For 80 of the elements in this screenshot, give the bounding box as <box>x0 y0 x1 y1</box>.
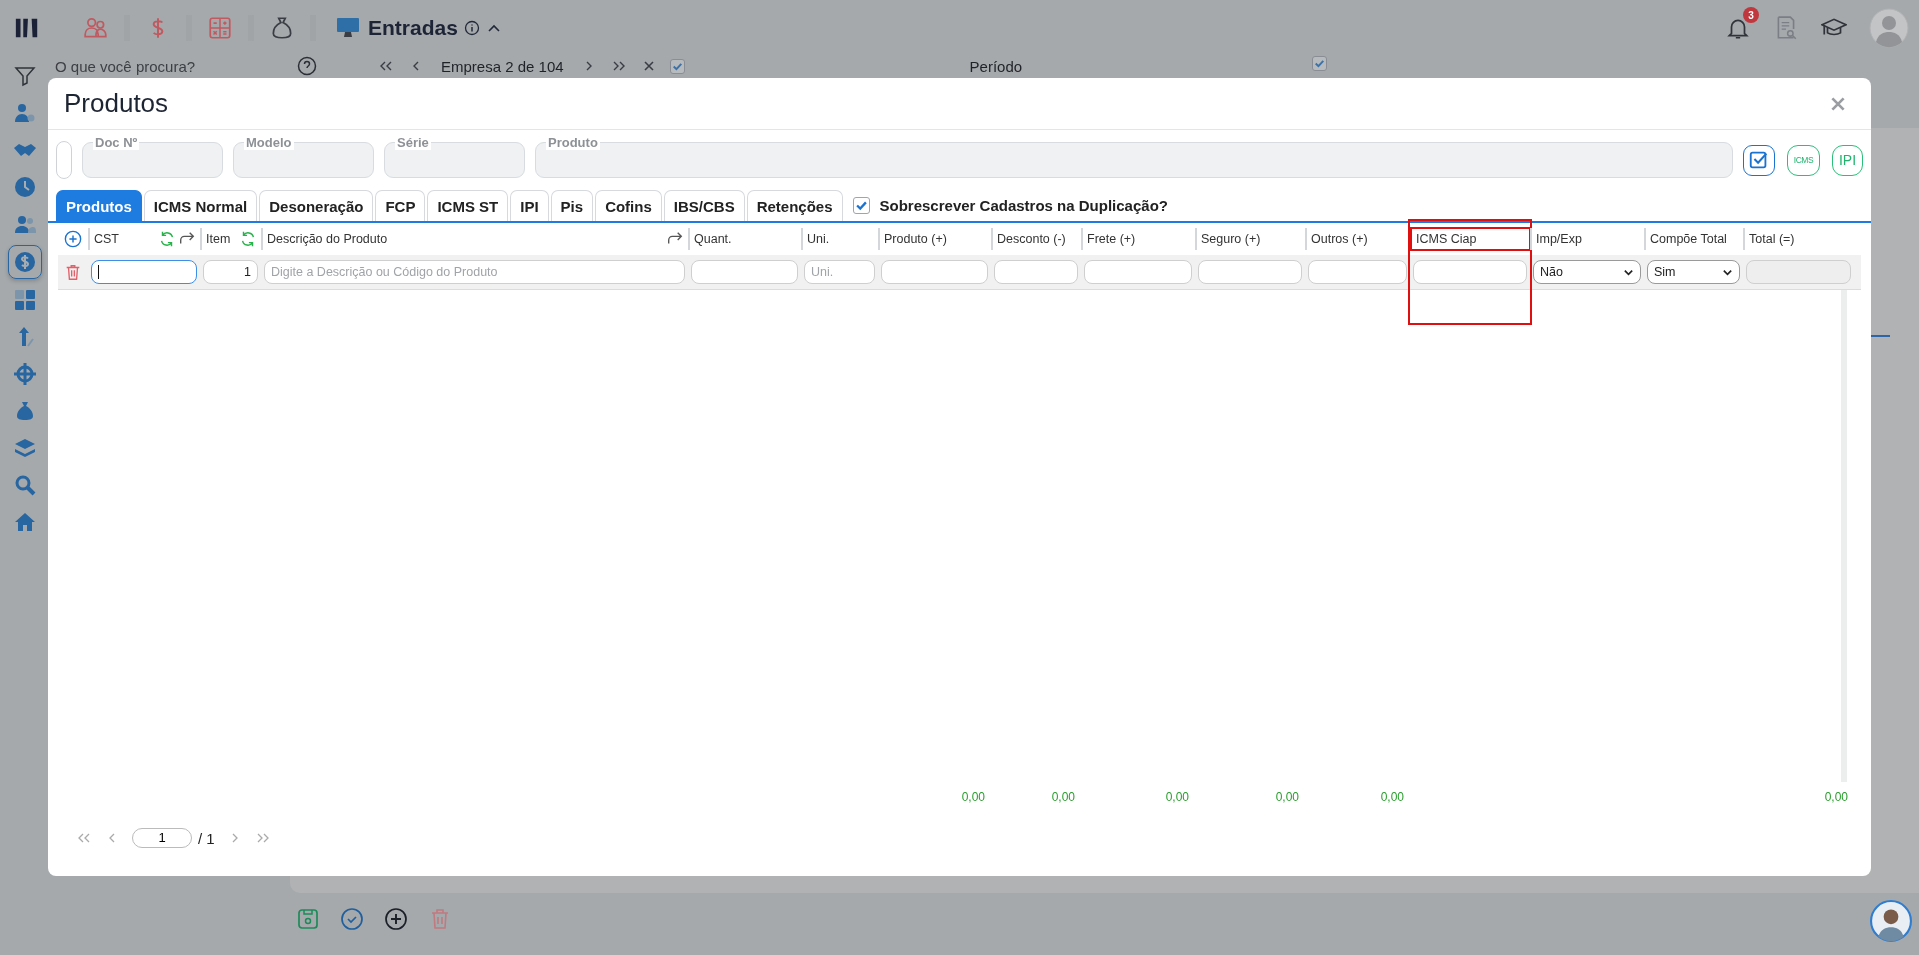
clock-icon <box>13 175 37 199</box>
column-total: 0,00 <box>1275 790 1299 804</box>
dollar-icon <box>13 250 37 274</box>
checkbox[interactable] <box>669 58 685 74</box>
tab[interactable]: IBS/CBS <box>663 190 745 221</box>
column-total: 0,00 <box>1051 790 1075 804</box>
tab[interactable]: Desoneração <box>259 190 374 221</box>
scrollbar[interactable] <box>1841 290 1847 782</box>
sidebar-item[interactable] <box>8 245 42 279</box>
input-field[interactable] <box>994 260 1078 284</box>
page-count: / 1 <box>198 829 215 847</box>
sidebar-item[interactable] <box>13 436 37 460</box>
input-field[interactable] <box>1198 260 1302 284</box>
checkbox-icon <box>1748 149 1770 171</box>
column-header: Quant. <box>694 232 732 246</box>
column-total: 0,00 <box>1824 790 1848 804</box>
input-field[interactable] <box>1308 260 1407 284</box>
column-header: Outros (+) <box>1311 232 1368 246</box>
input-field[interactable] <box>1084 260 1192 284</box>
notification-badge: 3 <box>1743 7 1759 23</box>
checkbox[interactable] <box>1312 55 1328 71</box>
input-field[interactable] <box>1413 260 1527 284</box>
tab[interactable]: Cofins <box>595 190 662 221</box>
modal-title: Produtos <box>64 88 170 119</box>
sidebar-item[interactable] <box>13 473 37 497</box>
tab[interactable]: ICMS ST <box>427 190 509 221</box>
column-header: Compõe Total <box>1650 232 1727 246</box>
column-header: CST <box>94 232 119 246</box>
plus-circle-icon[interactable] <box>384 907 408 931</box>
save-icon[interactable] <box>296 907 320 931</box>
checkbox-label: Sobrescrever Cadastros na Duplicação? <box>879 196 1168 214</box>
column-header: Total (=) <box>1749 232 1795 246</box>
sidebar-item[interactable] <box>13 101 37 125</box>
home-icon <box>13 510 37 534</box>
info-icon[interactable] <box>463 20 480 36</box>
column-header: ICMS Ciap <box>1416 232 1477 246</box>
column-total: 0,00 <box>1165 790 1189 804</box>
tab[interactable]: Retenções <box>746 190 843 221</box>
input-field[interactable] <box>691 260 798 284</box>
tab[interactable]: IPI <box>510 190 549 221</box>
trash-icon[interactable] <box>64 263 82 281</box>
person-gear-icon <box>13 101 37 125</box>
input-field[interactable] <box>881 260 988 284</box>
avatar-icon[interactable] <box>1870 900 1912 942</box>
module-title: Entradas <box>368 16 458 40</box>
help-icon[interactable] <box>297 56 317 76</box>
search-icon <box>13 473 37 497</box>
tab[interactable]: Produtos <box>56 190 142 221</box>
column-header: Imp/Exp <box>1536 232 1582 246</box>
sidebar-item[interactable] <box>13 288 37 312</box>
column-header: Item <box>206 232 231 246</box>
filter-icon[interactable] <box>13 64 37 88</box>
monitor-icon <box>336 17 360 39</box>
column-header: Uni. <box>807 232 830 246</box>
input-field[interactable] <box>91 260 197 284</box>
search-field[interactable]: O que você procura? <box>55 57 245 75</box>
sidebar-item[interactable] <box>13 510 37 534</box>
column-header: Seguro (+) <box>1201 232 1261 246</box>
column-total: 0,00 <box>1380 790 1404 804</box>
check-circle-icon[interactable] <box>340 907 364 931</box>
column-header: Produto (+) <box>884 232 947 246</box>
tab[interactable]: ICMS Normal <box>143 190 258 221</box>
select-field[interactable]: Não <box>1533 260 1641 284</box>
check-button[interactable] <box>1743 144 1775 176</box>
period-label: Período <box>969 57 1023 75</box>
column-total: 0,00 <box>961 790 985 804</box>
sidebar-item[interactable] <box>13 175 37 199</box>
tab[interactable]: Pis <box>550 190 594 221</box>
layers-icon <box>13 436 37 460</box>
input-field[interactable]: 1 <box>203 260 258 284</box>
add-icon[interactable] <box>64 230 82 248</box>
checkbox[interactable] <box>852 196 870 214</box>
select-field[interactable]: Sim <box>1647 260 1740 284</box>
column-header: Desconto (-) <box>997 232 1066 246</box>
column-header: Frete (+) <box>1087 232 1136 246</box>
company-navigator: Empresa 2 de 104 <box>441 57 564 75</box>
tab[interactable]: FCP <box>375 190 426 221</box>
refresh-icon[interactable] <box>239 230 257 248</box>
column-header: Descrição do Produto <box>267 232 388 246</box>
calculator-icon <box>13 288 37 312</box>
